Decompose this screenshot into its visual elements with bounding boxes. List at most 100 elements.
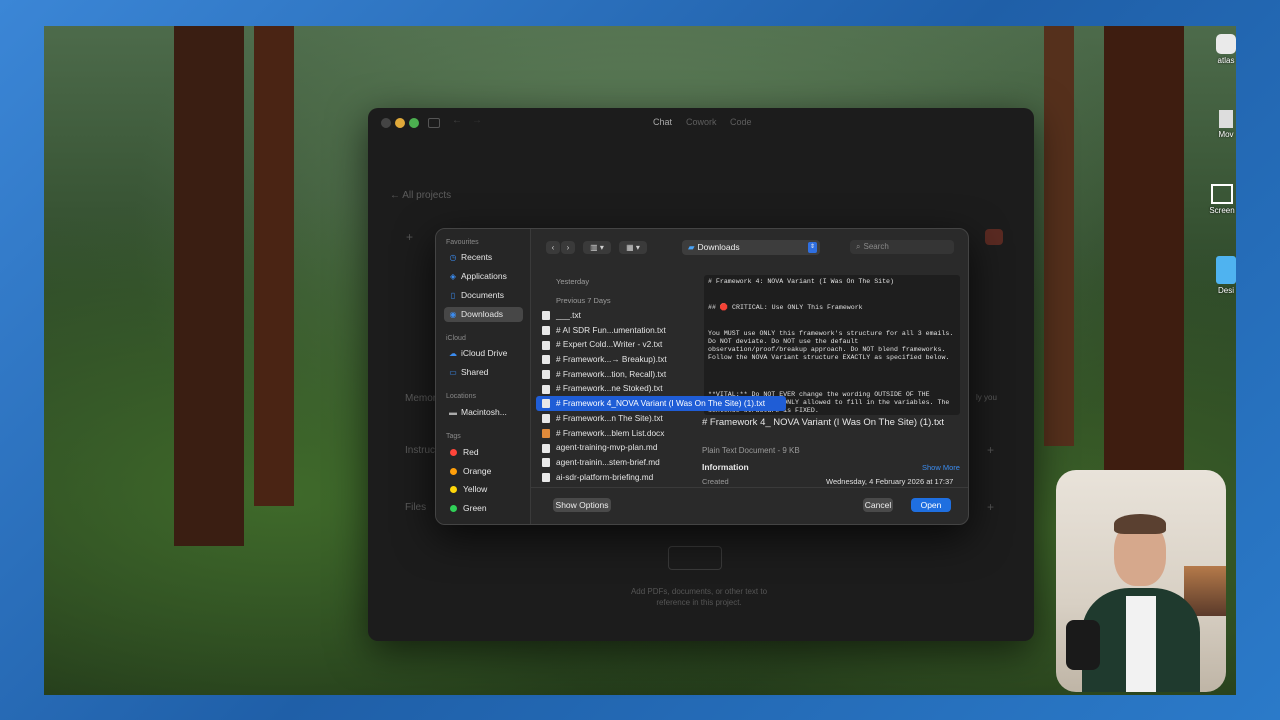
forward-button[interactable]: ›: [561, 241, 575, 254]
group-previous-7-days: Previous 7 Days: [556, 296, 611, 305]
location-popup[interactable]: ▰ Downloads ⇕: [682, 240, 820, 255]
text-file-icon: [542, 472, 550, 482]
applications-icon: ◈: [449, 272, 457, 281]
folder-icon: [1216, 256, 1236, 284]
text-file-icon: [542, 443, 550, 453]
send-button[interactable]: [985, 229, 1003, 245]
sidebar-item-documents[interactable]: ▯ Documents: [444, 288, 523, 303]
sidebar-tag-red[interactable]: Red: [444, 445, 523, 460]
search-field[interactable]: ⌕ Search: [850, 240, 954, 254]
search-icon: ⌕: [856, 242, 861, 251]
show-more-link[interactable]: Show More: [922, 463, 960, 472]
desktop-icon-mov[interactable]: Mov: [1214, 108, 1238, 158]
sidebar-item-icloud-drive[interactable]: ☁ iCloud Drive: [444, 346, 523, 361]
minimize-window-button[interactable]: [395, 118, 405, 128]
chevron-updown-icon: ⇕: [808, 242, 817, 253]
icloud-header: iCloud: [446, 335, 466, 342]
preview-paragraph: You MUST use ONLY this framework's struc…: [708, 330, 954, 361]
file-row[interactable]: # Framework...→ Breakup).txt: [536, 352, 694, 367]
forward-arrow-icon[interactable]: →: [472, 115, 482, 126]
desktop-icon-atlas[interactable]: atlas: [1214, 32, 1238, 82]
file-row[interactable]: ai-sdr-platform-briefing.md: [536, 470, 694, 485]
sidebar-toggle-icon[interactable]: [428, 118, 440, 128]
file-row[interactable]: # Framework...tion, Recall).txt: [536, 367, 694, 382]
grid-icon: ▦ ▾: [626, 243, 640, 252]
cancel-button[interactable]: Cancel: [863, 498, 893, 512]
sidebar-item-downloads[interactable]: ◉ Downloads: [444, 307, 523, 322]
file-row[interactable]: # Framework...blem List.docx: [536, 426, 694, 441]
download-icon: ◉: [449, 310, 457, 319]
bottom-divider: [531, 487, 968, 488]
desktop-icon-label: atlas: [1217, 56, 1235, 65]
file-icon: [1219, 110, 1233, 128]
sidebar-item-shared[interactable]: ▭ Shared: [444, 365, 523, 380]
back-button[interactable]: ‹: [546, 241, 560, 254]
info-filename: # Framework 4_ NOVA Variant (I Was On Th…: [702, 417, 944, 428]
desktop-icon-label: Mov: [1218, 130, 1234, 139]
all-projects-link[interactable]: ← All projects: [390, 190, 451, 201]
desktop-icon-label: Screen: [1209, 206, 1235, 215]
sidebar-tag-green[interactable]: Green: [444, 501, 523, 516]
tab-chat[interactable]: Chat: [653, 117, 672, 127]
view-mode-button[interactable]: ▥ ▾: [583, 241, 611, 254]
text-file-icon: [542, 355, 550, 365]
tab-code[interactable]: Code: [730, 117, 752, 127]
dialog-sidebar: Favourites ◷ Recents ◈ Applications ▯ Docum…: [436, 229, 531, 524]
sidebar-tag-yellow[interactable]: Yellow: [444, 482, 523, 497]
file-row[interactable]: # AI SDR Fun...umentation.txt: [536, 323, 694, 338]
screenshot-icon: [1211, 184, 1233, 204]
text-file-icon: [542, 399, 550, 409]
add-files-icon[interactable]: +: [987, 500, 994, 514]
group-yesterday: Yesterday: [556, 277, 590, 286]
memory-hint: ly you: [976, 393, 997, 402]
text-file-icon: [542, 311, 550, 321]
desktop-icon-screen[interactable]: Screen: [1206, 182, 1238, 232]
memory-label: Memor: [405, 393, 437, 404]
zoom-window-button[interactable]: [409, 118, 419, 128]
text-file-icon: [542, 384, 550, 394]
presenter-webcam: [1056, 470, 1226, 692]
disk-icon: ▬: [449, 408, 457, 417]
file-row[interactable]: agent-training-mvp-plan.md: [536, 440, 694, 455]
back-arrow-icon: ←: [390, 190, 403, 201]
file-row-selected[interactable]: # Framework 4_NOVA Variant (I Was On The…: [536, 396, 786, 411]
file-row[interactable]: ___.txt: [536, 308, 694, 323]
text-file-icon: [542, 370, 550, 380]
info-section-header: Information: [702, 462, 749, 472]
green-tag-dot: [450, 505, 457, 513]
info-created-value: Wednesday, 4 February 2026 at 17:37: [826, 477, 954, 486]
sidebar-item-applications[interactable]: ◈ Applications: [444, 269, 523, 284]
chevron-left-icon: ‹: [551, 243, 555, 252]
text-file-icon: [542, 326, 550, 335]
file-row[interactable]: # Framework...ne Stoked).txt: [536, 381, 694, 396]
open-file-dialog: Favourites ◷ Recents ◈ Applications ▯ Docum…: [435, 228, 969, 525]
tab-cowork[interactable]: Cowork: [686, 117, 717, 127]
show-options-button[interactable]: Show Options: [553, 498, 611, 512]
open-button[interactable]: Open: [911, 498, 951, 512]
instructions-label: Instruc: [405, 445, 436, 456]
file-row[interactable]: agent-trainin...stem-brief.md: [536, 455, 694, 470]
files-label: Files: [405, 502, 427, 513]
sidebar-tag-orange[interactable]: Orange: [444, 464, 523, 479]
desktop-icon-desi[interactable]: Desi: [1214, 254, 1238, 304]
preview-heading: # Framework 4: NOVA Variant (I Was On Th…: [708, 278, 894, 285]
add-icon[interactable]: +: [406, 230, 413, 244]
back-arrow-icon[interactable]: ←: [452, 115, 462, 126]
file-row[interactable]: # Expert Cold...Writer - v2.txt: [536, 337, 694, 352]
group-button[interactable]: ▦ ▾: [619, 241, 647, 254]
sidebar-item-macintosh[interactable]: ▬ Macintosh...: [444, 405, 523, 420]
text-file-icon: [542, 414, 550, 424]
close-window-button[interactable]: [381, 118, 391, 128]
info-kind: Plain Text Document - 9 KB: [702, 446, 800, 455]
text-file-icon: [542, 340, 550, 350]
favourites-header: Favourites: [446, 239, 479, 246]
clock-icon: ◷: [449, 253, 457, 262]
add-instructions-icon[interactable]: +: [987, 443, 994, 457]
presenter-hair: [1114, 514, 1166, 534]
folder-icon: ▰: [688, 242, 695, 252]
sidebar-item-recents[interactable]: ◷ Recents: [444, 250, 523, 265]
text-file-icon: [542, 458, 550, 468]
file-row[interactable]: # Framework...n The Site).txt: [536, 411, 694, 426]
docx-file-icon: [542, 428, 550, 438]
cloud-icon: ☁: [449, 349, 457, 358]
